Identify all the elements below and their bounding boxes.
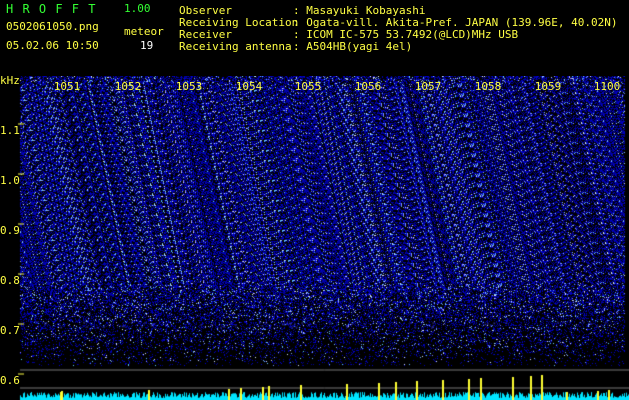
x-tick-1059: 1059 — [534, 80, 562, 93]
meteor-label: meteor — [124, 25, 164, 38]
y-tick-1-1: 1.1 — [0, 124, 20, 137]
antenna-label: Receiving antenna — [179, 40, 292, 53]
y-axis-unit: kHz — [0, 74, 20, 87]
receiver-label: Receiver — [179, 28, 232, 41]
x-tick-1053: 1053 — [175, 80, 203, 93]
y-tick-0-9: 0.9 — [0, 224, 20, 237]
receiver-value: : ICOM IC-575 53.7492(@LCD)MHz USB — [293, 28, 519, 41]
location-value: : Ogata-vill. Akita-Pref. JAPAN (139.96E… — [293, 16, 618, 29]
x-tick-1058: 1058 — [474, 80, 502, 93]
y-tick-0-7: 0.7 — [0, 324, 20, 337]
date-time: 05.02.06 10:50 — [6, 39, 99, 52]
app-version: 1.00 — [124, 2, 151, 15]
x-tick-1052: 1052 — [114, 80, 142, 93]
meteor-count: 19 — [140, 39, 154, 52]
x-tick-1056: 1056 — [354, 80, 382, 93]
antenna-value: : A504HB(yagi 4el) — [293, 40, 413, 53]
x-tick-1051: 1051 — [53, 80, 81, 93]
observer-label: Observer — [179, 4, 232, 17]
y-tick-1-0: 1.0 — [0, 174, 20, 187]
observer-value: : Masayuki Kobayashi — [293, 4, 426, 17]
file-name: 0502061050.png — [6, 20, 99, 33]
x-tick-1057: 1057 — [414, 80, 442, 93]
spectrogram[interactable] — [0, 76, 629, 400]
location-label: Receiving Location — [179, 16, 299, 29]
x-tick-1100: 1100 — [593, 80, 621, 93]
x-tick-1054: 1054 — [235, 80, 263, 93]
app-title: H R O F F T — [6, 2, 97, 16]
x-tick-1055: 1055 — [294, 80, 322, 93]
y-tick-0-6: 0.6 — [0, 374, 20, 387]
y-tick-0-8: 0.8 — [0, 274, 20, 287]
